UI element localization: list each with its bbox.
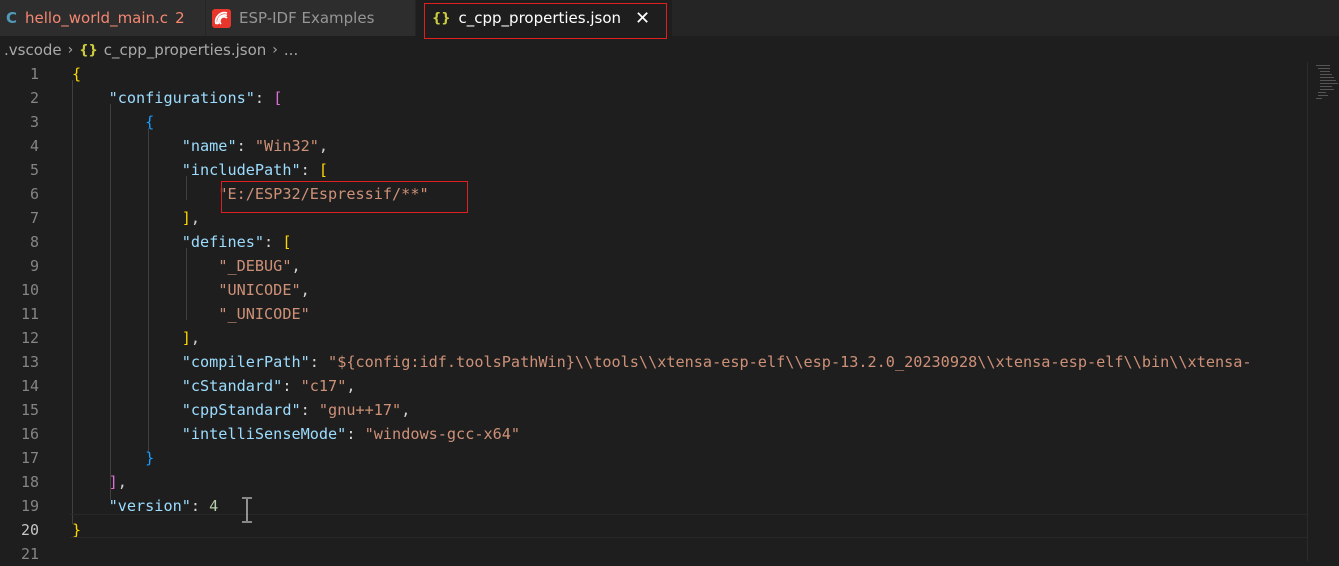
line-number: 7	[29, 209, 39, 227]
line-number: 9	[29, 257, 39, 275]
code-line[interactable]: 21	[0, 542, 1339, 566]
code-line[interactable]: 2 "configurations": [	[0, 86, 1339, 110]
code-line[interactable]: 1{	[0, 62, 1339, 86]
code-line[interactable]: 18 ],	[0, 470, 1339, 494]
line-number: 20	[20, 521, 39, 539]
code-line[interactable]: 16 "intelliSenseMode": "windows-gcc-x64"	[0, 422, 1339, 446]
code-text: "includePath": [	[181, 161, 329, 179]
line-number: 3	[29, 113, 39, 131]
breadcrumb: .vscode › {} c_cpp_properties.json › ...	[0, 38, 1339, 62]
include-path-highlight-box	[221, 181, 468, 213]
code-text: "cStandard": "c17",	[181, 377, 356, 395]
code-line[interactable]: 4 "name": "Win32",	[0, 134, 1339, 158]
code-text: "configurations": [	[108, 89, 283, 107]
minimap[interactable]	[1307, 62, 1339, 561]
code-text: "_DEBUG",	[218, 257, 301, 275]
code-text: "intelliSenseMode": "windows-gcc-x64"	[181, 425, 521, 443]
line-number: 1	[29, 65, 39, 83]
code-line[interactable]: 11 "_UNICODE"	[0, 302, 1339, 326]
code-line[interactable]: 7 ],	[0, 206, 1339, 230]
code-text: "compilerPath": "${config:idf.toolsPathW…	[181, 353, 1252, 371]
tab-label: hello_world_main.c	[25, 9, 169, 27]
code-text: "UNICODE",	[218, 281, 310, 299]
code-text: "_UNICODE"	[218, 305, 310, 323]
breadcrumb-more[interactable]: ...	[284, 41, 298, 59]
code-line[interactable]: 3 {	[0, 110, 1339, 134]
current-line-highlight	[70, 514, 1307, 538]
line-number: 2	[29, 89, 39, 107]
c-file-icon: C	[6, 9, 18, 27]
line-number: 5	[29, 161, 39, 179]
editor-tab-bar: C hello_world_main.c 2 ESP-IDF Examples …	[0, 0, 1339, 36]
code-line[interactable]: 5 "includePath": [	[0, 158, 1339, 182]
breadcrumb-file[interactable]: c_cpp_properties.json	[104, 41, 267, 59]
code-text: {	[72, 65, 82, 83]
json-file-icon: {}	[79, 42, 98, 58]
line-number: 16	[20, 425, 39, 443]
code-text: "cppStandard": "gnu++17",	[181, 401, 411, 419]
tab-highlight-box	[424, 3, 667, 39]
text-cursor-icon	[239, 497, 255, 523]
code-line[interactable]: 6 "E:/ESP32/Espressif/**"	[0, 182, 1339, 206]
code-line[interactable]: 14 "cStandard": "c17",	[0, 374, 1339, 398]
line-number: 15	[20, 401, 39, 419]
espressif-icon	[212, 8, 231, 28]
code-line[interactable]: 17 }	[0, 446, 1339, 470]
code-text: ],	[181, 329, 201, 347]
line-number: 11	[20, 305, 39, 323]
line-number: 13	[20, 353, 39, 371]
line-number: 14	[20, 377, 39, 395]
code-text: ],	[181, 209, 201, 227]
breadcrumb-folder[interactable]: .vscode	[4, 41, 62, 59]
line-number: 19	[20, 497, 39, 515]
code-text: "defines": [	[181, 233, 292, 251]
code-text: }	[145, 449, 155, 467]
tab-label: ESP-IDF Examples	[239, 9, 375, 27]
code-text: ],	[108, 473, 127, 491]
tab-hello-world-main[interactable]: C hello_world_main.c 2	[0, 0, 205, 36]
chevron-right-icon: ›	[67, 42, 74, 58]
problem-count-badge: 2	[175, 9, 185, 27]
code-line[interactable]: 12 ],	[0, 326, 1339, 350]
tab-esp-idf-examples[interactable]: ESP-IDF Examples	[205, 0, 415, 36]
line-number: 8	[29, 233, 39, 251]
code-editor[interactable]: 1{2 "configurations": [3 {4 "name": "Win…	[0, 62, 1339, 563]
line-number: 6	[29, 185, 39, 203]
code-line[interactable]: 15 "cppStandard": "gnu++17",	[0, 398, 1339, 422]
code-text: {	[145, 113, 155, 131]
line-number: 4	[29, 137, 39, 155]
line-number: 10	[20, 281, 39, 299]
line-number: 12	[20, 329, 39, 347]
code-text: "name": "Win32",	[181, 137, 329, 155]
chevron-right-icon: ›	[272, 42, 278, 58]
code-line[interactable]: 9 "_DEBUG",	[0, 254, 1339, 278]
code-line[interactable]: 8 "defines": [	[0, 230, 1339, 254]
code-line[interactable]: 10 "UNICODE",	[0, 278, 1339, 302]
line-number: 18	[20, 473, 39, 491]
line-number: 17	[20, 449, 39, 467]
line-number: 21	[20, 545, 39, 563]
code-line[interactable]: 13 "compilerPath": "${config:idf.toolsPa…	[0, 350, 1339, 374]
